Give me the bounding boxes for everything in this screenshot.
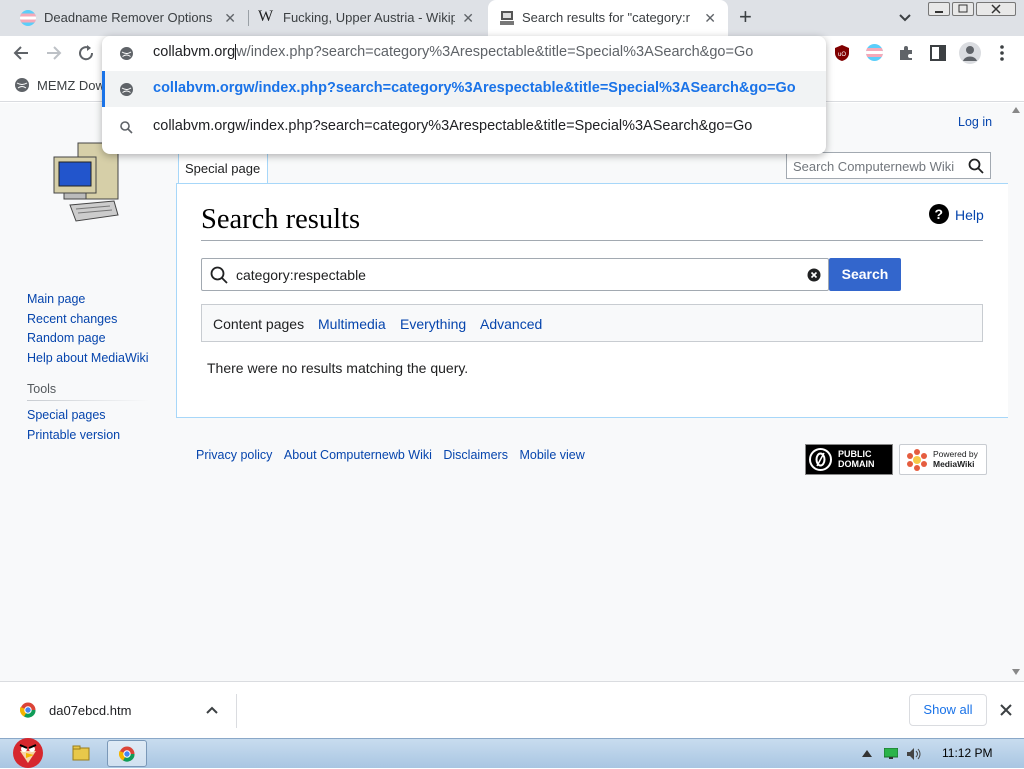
nav-main-page[interactable]: Main page <box>27 290 149 310</box>
trans-flag-extension-icon[interactable] <box>866 44 883 61</box>
wikipedia-icon: W <box>258 8 274 25</box>
reload-icon[interactable] <box>77 44 95 62</box>
restore-button[interactable] <box>952 2 974 16</box>
omnibox-suggestion-selected[interactable]: collabvm.orgw/index.php?search=category%… <box>102 71 826 107</box>
ublock-icon[interactable]: uO <box>834 44 850 62</box>
new-tab-button[interactable]: + <box>739 4 752 30</box>
close-icon[interactable]: ✕ <box>462 10 474 27</box>
svg-text:uO: uO <box>838 52 846 58</box>
search-query-input[interactable]: category:respectable <box>201 258 829 291</box>
wiki-computer-icon <box>498 9 516 27</box>
footer-privacy[interactable]: Privacy policy <box>196 448 272 462</box>
scroll-down-arrow-icon[interactable] <box>1012 669 1020 675</box>
globe-icon <box>14 77 30 93</box>
tab-deadname-remover[interactable]: Deadname Remover Options ✕ <box>0 0 248 36</box>
powered-by-mediawiki-badge[interactable]: Powered by MediaWiki <box>899 444 987 475</box>
file-explorer-icon[interactable] <box>72 745 90 761</box>
sidebar-tools: Special pages Printable version <box>27 406 120 445</box>
close-window-button[interactable] <box>976 2 1016 16</box>
help-icon[interactable]: ? <box>929 204 949 224</box>
close-icon[interactable] <box>1000 704 1012 716</box>
globe-icon <box>119 82 134 97</box>
forward-arrow-icon[interactable] <box>45 44 63 62</box>
tab-title: Search results for "category:re <box>522 10 690 25</box>
wiki-page: Main page Recent changes Random page Hel… <box>0 103 1024 681</box>
chrome-icon <box>119 746 135 762</box>
globe-icon <box>119 46 134 61</box>
tray-expand-icon[interactable] <box>862 750 872 757</box>
search-icon <box>120 121 133 134</box>
svg-text:?: ? <box>935 206 944 222</box>
sidebar-navigation: Main page Recent changes Random page Hel… <box>27 290 149 368</box>
taskbar-chrome-button[interactable] <box>107 740 147 767</box>
footer-about[interactable]: About Computernewb Wiki <box>284 448 432 462</box>
omnibox-input-row[interactable]: collabvm.orgw/index.php?search=category%… <box>102 36 826 72</box>
network-icon[interactable] <box>884 748 898 759</box>
filter-advanced[interactable]: Advanced <box>480 316 542 332</box>
window-controls <box>928 2 1018 16</box>
search-icon <box>210 266 228 284</box>
tab-search-chevron-icon[interactable] <box>898 10 912 24</box>
footer-links: Privacy policy About Computernewb Wiki D… <box>196 448 585 462</box>
close-icon[interactable]: ✕ <box>224 10 236 27</box>
search-button[interactable]: Search <box>829 258 901 291</box>
close-icon[interactable]: ✕ <box>704 10 716 27</box>
nav-printable-version[interactable]: Printable version <box>27 426 120 446</box>
tab-strip: Deadname Remover Options ✕ W Fucking, Up… <box>0 0 1024 36</box>
tab-special-page[interactable]: Special page <box>178 153 268 184</box>
nav-random-page[interactable]: Random page <box>27 329 149 349</box>
speaker-icon[interactable] <box>906 747 922 761</box>
mediawiki-flower-icon <box>905 448 929 472</box>
trans-flag-icon <box>20 10 36 26</box>
downloads-bar: da07ebcd.htm Show all <box>0 681 1024 738</box>
tab-wikipedia[interactable]: W Fucking, Upper Austria - Wikip ✕ <box>250 0 486 36</box>
no-results-message: There were no results matching the query… <box>207 360 469 376</box>
clock[interactable]: 11:12 PM <box>942 746 992 760</box>
omnibox-suggestion[interactable]: collabvm.orgw/index.php?search=category%… <box>102 109 826 145</box>
tab-title: Fucking, Upper Austria - Wikip <box>283 10 455 25</box>
omnibox-dropdown: collabvm.orgw/index.php?search=category%… <box>102 36 826 154</box>
nav-recent-changes[interactable]: Recent changes <box>27 310 149 330</box>
scroll-up-arrow-icon[interactable] <box>1012 107 1020 113</box>
public-domain-badge[interactable]: PUBLIC DOMAIN <box>805 444 893 475</box>
footer-disclaimers[interactable]: Disclaimers <box>443 448 508 462</box>
filter-content-pages[interactable]: Content pages <box>213 316 304 332</box>
minimize-button[interactable] <box>928 2 950 16</box>
nav-special-pages[interactable]: Special pages <box>27 406 120 426</box>
tools-heading: Tools <box>27 382 57 396</box>
omnibox-typed-text[interactable]: collabvm.orgw/index.php?search=category%… <box>153 44 753 61</box>
angry-bird-start-icon[interactable] <box>6 731 50 769</box>
footer-mobile-view[interactable]: Mobile view <box>519 448 584 462</box>
search-filter-bar: Content pages Multimedia Everything Adva… <box>201 304 983 342</box>
download-filename[interactable]: da07ebcd.htm <box>49 703 131 718</box>
kebab-menu-icon[interactable] <box>998 44 1006 62</box>
suggestion-text: collabvm.orgw/index.php?search=category%… <box>153 118 753 134</box>
suggestion-text: collabvm.orgw/index.php?search=category%… <box>153 80 796 96</box>
back-arrow-icon[interactable] <box>12 44 30 62</box>
tab-title: Deadname Remover Options <box>44 10 213 25</box>
extensions-puzzle-icon[interactable] <box>897 44 915 62</box>
profile-avatar[interactable] <box>959 42 981 64</box>
clear-icon[interactable] <box>807 268 821 282</box>
chrome-file-icon <box>20 702 36 718</box>
public-domain-icon <box>809 448 832 471</box>
nav-help-mediawiki[interactable]: Help about MediaWiki <box>27 349 149 369</box>
show-all-button[interactable]: Show all <box>909 694 987 726</box>
filter-multimedia[interactable]: Multimedia <box>318 316 386 332</box>
page-title: Search results <box>201 204 361 235</box>
login-link[interactable]: Log in <box>958 115 992 129</box>
os-taskbar: 11:12 PM <box>0 738 1024 768</box>
filter-everything[interactable]: Everything <box>400 316 466 332</box>
tab-search-results[interactable]: Search results for "category:re ✕ <box>488 0 728 36</box>
main-content: Search results ? Help category:respectab… <box>176 183 1008 418</box>
side-panel-icon[interactable] <box>929 44 947 62</box>
search-icon[interactable] <box>968 158 984 174</box>
wiki-search-input[interactable]: Search Computernewb Wiki <box>786 152 991 179</box>
bookmark-memz[interactable]: MEMZ Dow <box>37 78 105 93</box>
help-link[interactable]: Help <box>955 207 984 223</box>
chevron-up-icon[interactable] <box>206 706 218 714</box>
